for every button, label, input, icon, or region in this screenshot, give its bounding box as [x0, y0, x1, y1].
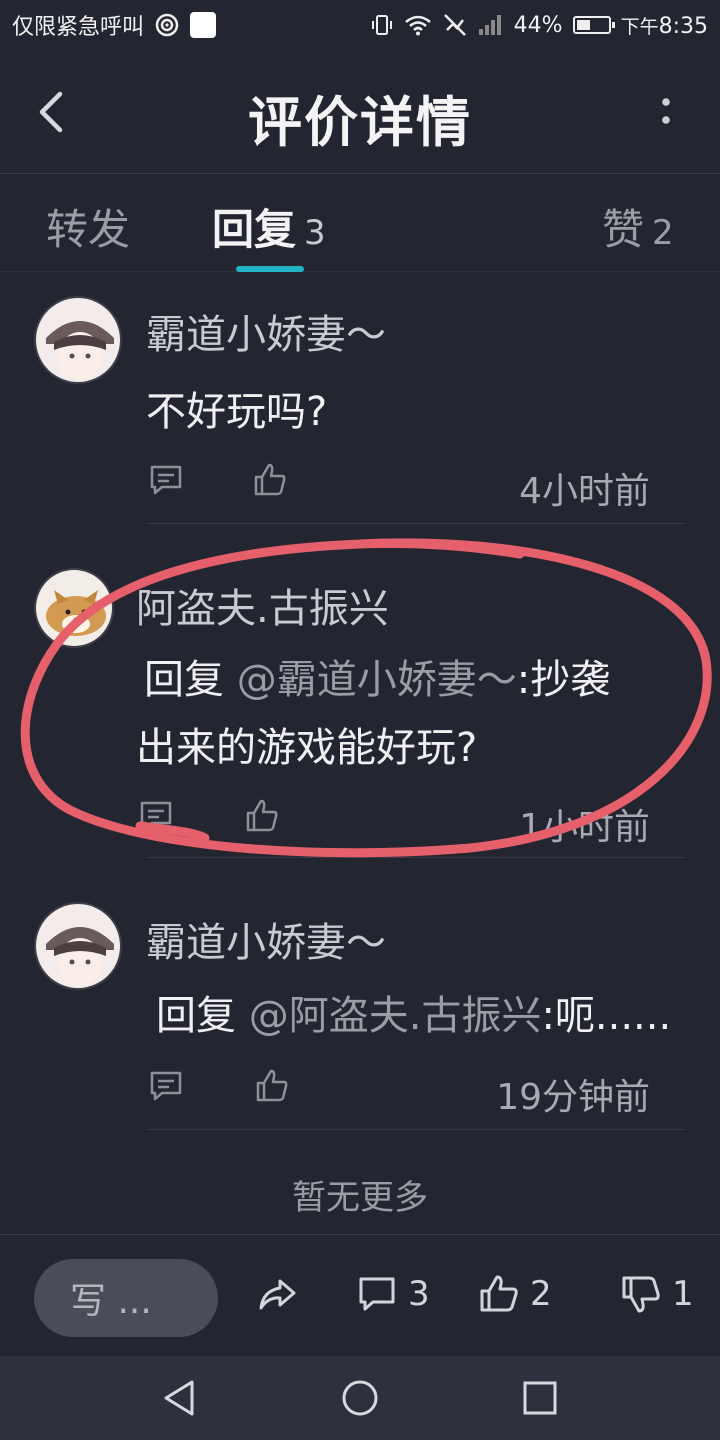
girl-with-cap-avatar-icon — [36, 298, 120, 382]
thumbs-up-icon[interactable] — [252, 462, 288, 498]
thumbs-up-icon[interactable] — [244, 798, 280, 834]
username[interactable]: 霸道小娇妻～ — [146, 302, 386, 360]
timestamp: 19分钟前 — [496, 1077, 650, 1118]
no-sim-icon — [443, 14, 466, 36]
tab-label: 回复 — [212, 205, 297, 254]
comment-count-button[interactable]: 3 — [356, 1273, 430, 1315]
like-button[interactable]: 2 — [478, 1273, 552, 1315]
reply-prefix: 回复 — [156, 993, 236, 1039]
app-header: 评价详情 — [0, 50, 720, 174]
divider — [146, 1129, 686, 1130]
dislike-count: 1 — [672, 1274, 694, 1314]
tab-replies[interactable]: 回复 3 — [212, 196, 326, 257]
clock-period: 下午 — [620, 15, 659, 38]
tab-bar: 转发 回复 3 赞 2 — [0, 174, 720, 272]
comment-text-body: :呃...... — [541, 993, 672, 1039]
page-title: 评价详情 — [248, 91, 472, 154]
nav-recents-square-icon[interactable] — [518, 1376, 562, 1420]
tab-repost[interactable]: 转发 — [46, 196, 130, 257]
timestamp: 4小时前 — [519, 471, 650, 512]
tab-likes[interactable]: 赞 2 — [602, 196, 674, 257]
thumbs-down-icon — [622, 1276, 660, 1313]
comment-text: 不好玩吗? — [146, 389, 328, 435]
username[interactable]: 阿盗夫.古振兴 — [136, 576, 389, 634]
username[interactable]: 霸道小娇妻～ — [146, 910, 386, 968]
divider — [146, 857, 686, 858]
comment-actions: 19分钟前 — [146, 1068, 650, 1118]
clock-time: 8:35 — [658, 13, 708, 39]
comment-icon[interactable] — [148, 462, 184, 498]
nav-back-triangle-icon[interactable] — [158, 1376, 202, 1420]
tab-label: 赞 — [602, 205, 645, 254]
comment-actions: 1小时前 — [136, 798, 650, 848]
like-count: 2 — [530, 1274, 552, 1314]
comment-text-line2: 出来的游戏能好玩? — [136, 725, 478, 771]
mention-link[interactable]: @霸道小娇妻～ — [237, 657, 517, 703]
comment-icon[interactable] — [138, 798, 174, 834]
more-vertical-icon — [662, 98, 670, 124]
battery-icon — [572, 16, 615, 34]
share-button[interactable] — [256, 1273, 298, 1315]
comment-item: 霸道小娇妻～ 不好玩吗? 4小时前 — [0, 272, 720, 526]
avatar[interactable] — [34, 568, 114, 648]
hotspot-icon — [155, 13, 179, 37]
carrier-text: 仅限紧急呼叫 — [12, 15, 145, 40]
battery-percent: 44% — [513, 12, 563, 38]
more-options-button[interactable] — [656, 94, 676, 134]
clock: 下午8:35 — [621, 12, 708, 39]
shiba-dog-avatar-icon — [36, 570, 112, 646]
comment-item: 霸道小娇妻～ 回复 @阿盗夫.古振兴:呃...... 19分钟前 — [0, 860, 720, 1132]
signal-icon — [478, 15, 501, 35]
bottom-action-bar: 写 ... 3 2 1 — [0, 1234, 720, 1356]
tab-count: 3 — [304, 213, 326, 253]
avatar[interactable] — [34, 902, 122, 990]
comment-text: 回复 @阿盗夫.古振兴:呃...... — [156, 982, 671, 1050]
vibrate-icon — [371, 15, 392, 35]
notification-square-icon — [190, 12, 217, 38]
mention-link[interactable]: @阿盗夫.古振兴 — [249, 993, 542, 1039]
reply-prefix: 回复 — [144, 657, 224, 703]
tab-count: 2 — [652, 213, 674, 253]
tab-label: 转发 — [46, 205, 131, 254]
comment-text: 回复 @霸道小娇妻～:抄袭 出来的游戏能好玩? — [136, 646, 676, 782]
timestamp: 1小时前 — [519, 807, 650, 848]
nav-home-circle-icon[interactable] — [338, 1376, 382, 1420]
share-arrow-icon — [259, 1279, 296, 1310]
system-navigation-bar — [0, 1356, 720, 1440]
divider — [146, 523, 686, 524]
comment-text-line1: :抄袭 — [516, 657, 611, 703]
comment-count: 3 — [408, 1274, 430, 1314]
comment-bubble-icon — [359, 1277, 395, 1311]
wifi-icon — [404, 15, 431, 36]
write-comment-input[interactable]: 写 ... — [34, 1259, 218, 1337]
comment-icon[interactable] — [148, 1068, 184, 1104]
comment-item: 阿盗夫.古振兴 回复 @霸道小娇妻～:抄袭 出来的游戏能好玩? 1小时前 — [0, 526, 720, 860]
girl-with-cap-avatar-icon — [36, 904, 120, 988]
avatar[interactable] — [34, 296, 122, 384]
status-bar: 仅限紧急呼叫 44% 下午8:35 — [0, 0, 720, 50]
comment-actions: 4小时前 — [146, 462, 650, 512]
thumbs-up-icon[interactable] — [254, 1068, 290, 1104]
dislike-button[interactable]: 1 — [620, 1273, 694, 1315]
thumbs-up-icon — [480, 1275, 518, 1312]
no-more-text: 暂无更多 — [292, 1178, 428, 1218]
